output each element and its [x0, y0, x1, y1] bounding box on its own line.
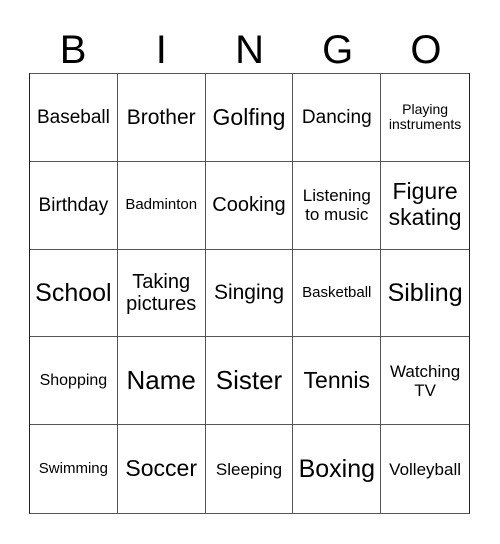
bingo-card-grid: Baseball Brother Golfing Dancing Playing… — [29, 73, 470, 514]
bingo-cell[interactable]: Singing — [205, 249, 294, 338]
header-letter-i: I — [155, 28, 167, 72]
header-letter-g: G — [322, 28, 354, 72]
bingo-cell[interactable]: Volleyball — [381, 425, 469, 513]
bingo-cell[interactable]: Cooking — [205, 161, 294, 250]
bingo-cell[interactable]: Sister — [205, 337, 294, 426]
bingo-cell[interactable]: Boxing — [293, 425, 382, 513]
bingo-cell[interactable]: Golfing — [205, 74, 294, 162]
bingo-cell[interactable]: Sibling — [381, 250, 469, 338]
bingo-cell[interactable]: Figure skating — [381, 162, 469, 250]
header-letter-o: O — [410, 28, 442, 72]
bingo-cell[interactable]: Sleeping — [206, 425, 294, 513]
bingo-cell[interactable]: Taking pictures — [117, 249, 206, 338]
bingo-cell[interactable]: School — [30, 249, 118, 338]
header-letter-n: N — [235, 28, 264, 72]
bingo-cell[interactable]: Soccer — [118, 425, 206, 513]
bingo-cell[interactable]: Tennis — [293, 337, 382, 426]
bingo-cell[interactable]: Brother — [117, 74, 206, 162]
bingo-cell[interactable]: Watching TV — [381, 337, 469, 426]
bingo-cell[interactable]: Listening to music — [293, 161, 382, 250]
bingo-cell[interactable]: Baseball — [30, 74, 118, 162]
bingo-cell[interactable]: Shopping — [30, 337, 118, 426]
bingo-cell[interactable]: Birthday — [30, 161, 118, 250]
bingo-cell[interactable]: Dancing — [293, 74, 382, 162]
bingo-cell[interactable]: Swimming — [30, 425, 118, 513]
header-letter-b: B — [59, 28, 87, 72]
bingo-cell[interactable]: Basketball — [293, 249, 382, 338]
bingo-cell[interactable]: Badminton — [117, 161, 206, 250]
bingo-header: B I N G O — [29, 28, 470, 72]
bingo-cell[interactable]: Playing instruments — [381, 74, 469, 162]
bingo-cell[interactable]: Name — [117, 337, 206, 426]
